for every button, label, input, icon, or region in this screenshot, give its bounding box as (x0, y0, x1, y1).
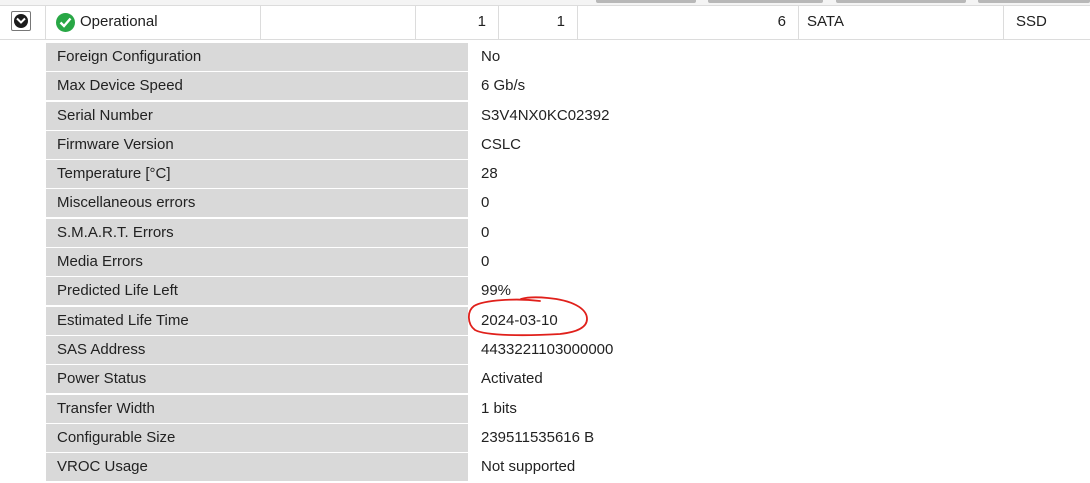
column-2-value: 1 (499, 6, 578, 39)
media-type-value: SSD (1016, 13, 1047, 30)
tab-edge (978, 0, 1090, 3)
detail-row-configurable-size: Configurable Size 239511535616 B (46, 423, 1090, 454)
detail-label: Estimated Life Time (46, 306, 468, 335)
detail-value: 28 (481, 165, 498, 183)
detail-label: Serial Number (46, 101, 468, 130)
column-3-value: 6 (578, 6, 799, 39)
detail-row-power-status: Power Status Activated (46, 365, 1090, 395)
disk-details-table: Foreign Configuration No Max Device Spee… (46, 43, 1090, 483)
detail-row-max-device-speed: Max Device Speed 6 Gb/s (46, 72, 1090, 102)
detail-value: No (481, 48, 501, 65)
detail-row-media-errors: Media Errors 0 (46, 248, 1090, 278)
detail-row-temperature: Temperature [°C] 28 (46, 160, 1090, 190)
detail-label: Firmware Version (46, 130, 468, 159)
detail-row-sas-address: SAS Address 4433221103000000 (46, 335, 1090, 366)
column-1-value: 1 (416, 6, 499, 39)
status-cell: Operational (46, 6, 261, 39)
detail-row-foreign-configuration: Foreign Configuration No (46, 43, 1090, 73)
interface-value: SATA (799, 6, 1004, 39)
detail-label: Configurable Size (46, 423, 468, 452)
expand-cell[interactable] (0, 6, 46, 39)
detail-value: S3V4NX0KC02392 (481, 106, 610, 124)
detail-value: 0 (481, 223, 490, 241)
detail-label: Predicted Life Left (46, 277, 468, 306)
detail-label: Power Status (46, 365, 468, 394)
detail-label: Foreign Configuration (46, 43, 468, 71)
detail-value: 4433221103000000 (481, 340, 614, 358)
expand-toggle-button[interactable] (11, 11, 31, 31)
tab-edge (836, 0, 966, 3)
detail-value: 2024-03-10 (481, 311, 558, 329)
detail-value: Not supported (481, 458, 576, 476)
tab-edge (708, 0, 823, 3)
detail-row-serial-number: Serial Number S3V4NX0KC02392 (46, 101, 1090, 131)
detail-value: Activated (481, 370, 543, 388)
detail-value: 0 (481, 253, 490, 271)
detail-value: 239511535616 B (481, 428, 595, 446)
status-text: Operational (80, 13, 158, 30)
detail-label: Miscellaneous errors (46, 189, 468, 218)
empty-cell (261, 6, 416, 39)
detail-row-estimated-life-time: Estimated Life Time 2024-03-10 (46, 306, 1090, 336)
detail-row-vroc-usage: VROC Usage Not supported (46, 453, 1090, 483)
detail-label: Media Errors (46, 248, 468, 277)
detail-row-firmware-version: Firmware Version CSLC (46, 130, 1090, 161)
detail-value: 99% (481, 282, 512, 300)
detail-value: 0 (481, 194, 490, 212)
detail-row-miscellaneous-errors: Miscellaneous errors 0 (46, 189, 1090, 219)
detail-value: 6 Gb/s (481, 77, 526, 95)
chevron-down-icon (16, 17, 26, 24)
detail-value: 1 bits (481, 399, 517, 417)
detail-label: VROC Usage (46, 453, 468, 482)
check-circle-icon (56, 13, 75, 32)
detail-row-predicted-life-left: Predicted Life Left 99% (46, 277, 1090, 307)
detail-label: Transfer Width (46, 394, 468, 423)
detail-label: Max Device Speed (46, 72, 468, 101)
detail-label: Temperature [°C] (46, 160, 468, 189)
detail-row-smart-errors: S.M.A.R.T. Errors 0 (46, 218, 1090, 249)
detail-label: SAS Address (46, 335, 468, 364)
detail-row-transfer-width: Transfer Width 1 bits (46, 394, 1090, 424)
detail-value: CSLC (481, 135, 522, 153)
disk-row[interactable]: Operational 1 1 6 SATA SSD (0, 5, 1090, 40)
detail-label: S.M.A.R.T. Errors (46, 218, 468, 247)
tab-edge (596, 0, 696, 3)
